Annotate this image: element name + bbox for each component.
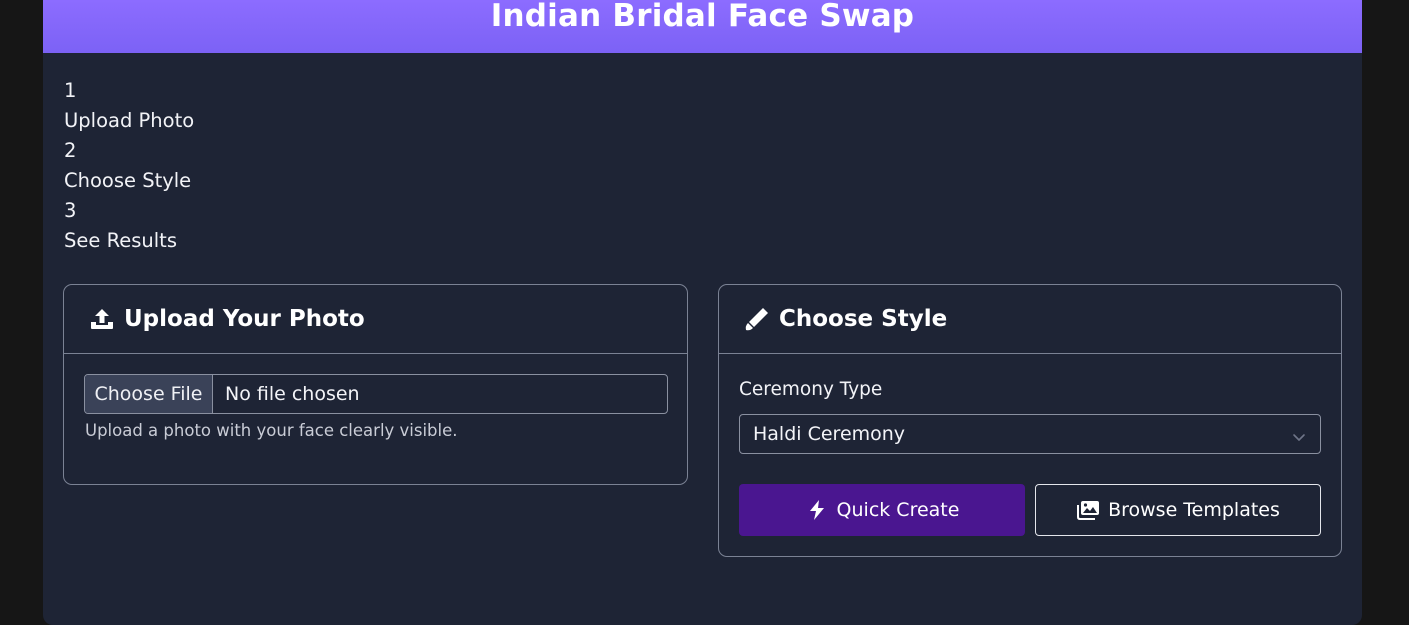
brush-icon bbox=[743, 305, 771, 333]
upload-card-header: Upload Your Photo bbox=[64, 285, 687, 354]
ceremony-type-label: Ceremony Type bbox=[739, 379, 883, 400]
style-card-title: Choose Style bbox=[779, 306, 948, 332]
browse-templates-button[interactable]: Browse Templates bbox=[1035, 484, 1321, 536]
upload-card: Upload Your Photo Choose File No file ch… bbox=[63, 284, 688, 485]
app-header: Indian Bridal Face Swap bbox=[43, 0, 1362, 53]
upload-help-text: Upload a photo with your face clearly vi… bbox=[85, 421, 458, 440]
photo-file-input[interactable]: Choose File No file chosen bbox=[84, 374, 668, 414]
step-indicator: 1 Upload Photo 2 Choose Style 3 See Resu… bbox=[64, 76, 194, 256]
style-card: Choose Style Ceremony Type Haldi Ceremon… bbox=[718, 284, 1342, 557]
step-number-2: 2 bbox=[64, 139, 77, 162]
browse-templates-label: Browse Templates bbox=[1108, 499, 1280, 521]
upload-icon bbox=[88, 305, 116, 333]
quick-create-button[interactable]: Quick Create bbox=[739, 484, 1025, 536]
step-label-upload: Upload Photo bbox=[64, 109, 195, 132]
step-label-style: Choose Style bbox=[64, 169, 192, 192]
choose-file-button[interactable]: Choose File bbox=[85, 375, 213, 413]
images-icon bbox=[1076, 498, 1100, 522]
file-status-text: No file chosen bbox=[225, 383, 360, 405]
page-title: Indian Bridal Face Swap bbox=[490, 0, 915, 34]
app-container: Indian Bridal Face Swap 1 Upload Photo 2… bbox=[43, 0, 1362, 625]
step-label-results: See Results bbox=[64, 229, 177, 252]
style-card-header: Choose Style bbox=[719, 285, 1341, 354]
lightning-icon bbox=[805, 498, 829, 522]
ceremony-type-select[interactable]: Haldi Ceremony bbox=[739, 414, 1321, 454]
ceremony-type-value: Haldi Ceremony bbox=[753, 423, 906, 445]
quick-create-label: Quick Create bbox=[836, 499, 960, 521]
step-number-3: 3 bbox=[64, 199, 77, 222]
step-number-1: 1 bbox=[64, 79, 77, 102]
chevron-down-icon bbox=[1292, 427, 1306, 441]
upload-card-title: Upload Your Photo bbox=[124, 306, 365, 332]
